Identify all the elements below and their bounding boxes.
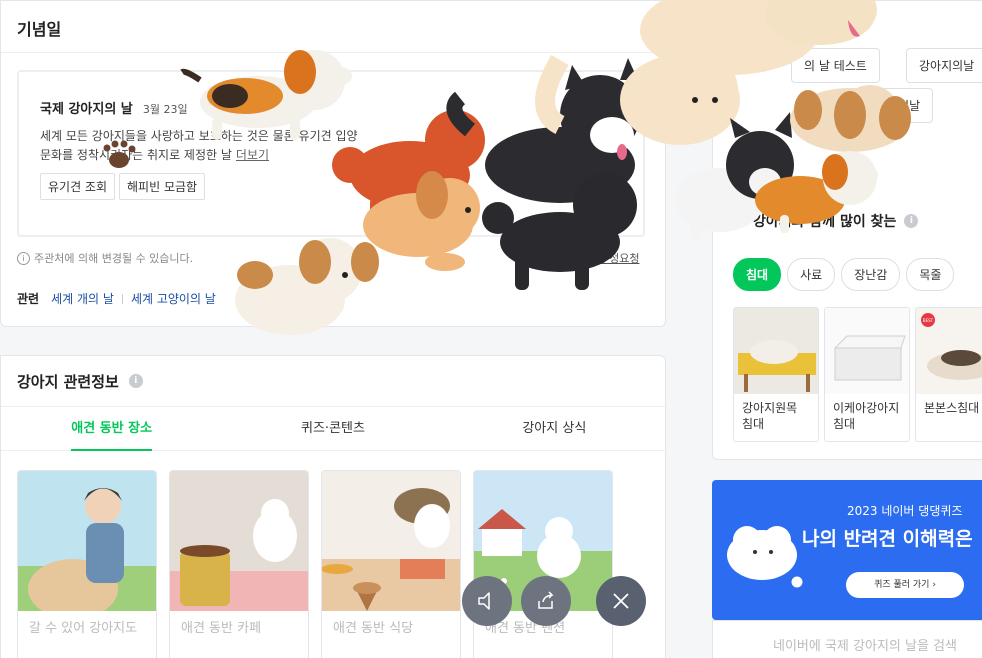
place-tile[interactable]: 애견 동반 식당 bbox=[321, 470, 461, 658]
share-button[interactable] bbox=[521, 576, 571, 626]
product-image: BEST bbox=[916, 308, 982, 394]
dog-cloud-illustration bbox=[727, 526, 804, 589]
search-hint-bar[interactable]: 네이버에 국제 강아지의 날을 검색 bbox=[712, 620, 982, 658]
event-date: 3월 23일 bbox=[142, 103, 188, 116]
fix-request-link[interactable]: 수정요청 bbox=[599, 250, 639, 266]
related-chip[interactable]: 강아지의날 bbox=[906, 48, 982, 83]
place-tile[interactable]: 갈 수 있어 강아지도 bbox=[17, 470, 157, 658]
dog-info-tabs: 애견 동반 장소 퀴즈·콘텐츠 강아지 상식 bbox=[1, 406, 665, 451]
quiz-title-small: 2023 네이버 댕댕퀴즈 bbox=[847, 504, 963, 518]
related-chip[interactable]: 행복의날 bbox=[863, 88, 934, 123]
product-card[interactable]: 이케아강아지침대 bbox=[824, 307, 910, 442]
share-icon bbox=[538, 591, 554, 609]
product-name: 이케아강아지침대 bbox=[833, 401, 900, 431]
place-tiles: 갈 수 있어 강아지도 애견 동반 카페 애견 동반 식당 애견 동반 펜션 bbox=[17, 470, 613, 658]
product-list: 강아지원목 침대 이케아강아지침대 BEST 본본스침대 bbox=[733, 307, 982, 442]
sound-icon bbox=[478, 592, 490, 610]
desc-line-2-text: 문화를 정착시키자는 취지로 제정한 날 bbox=[40, 148, 232, 162]
sound-button[interactable] bbox=[462, 576, 512, 626]
product-name: 본본스침대 bbox=[924, 401, 980, 415]
dog-info-heading: 강아지 관련정보 bbox=[17, 372, 119, 391]
related-chip[interactable]: 의 날 테스트 bbox=[791, 48, 880, 83]
info-icon: i bbox=[17, 251, 30, 265]
tab-pet-places[interactable]: 애견 동반 장소 bbox=[1, 407, 222, 451]
related-link-dog-day[interactable]: 세계 개의 날 bbox=[51, 290, 114, 307]
product-card[interactable]: BEST 본본스침대 bbox=[915, 307, 982, 442]
anniversary-heading: 기념일 bbox=[1, 1, 665, 53]
tab-dog-knowledge[interactable]: 강아지 상식 bbox=[444, 407, 665, 450]
anniversary-box: 국제 강아지의 날 3월 23일 세계 모든 강아지들을 사랑하고 보호하는 것… bbox=[17, 70, 645, 237]
more-link[interactable]: 더보기 bbox=[236, 148, 269, 162]
event-buttons: 유기견 조회 해피빈 모금함 bbox=[40, 173, 622, 200]
category-leash[interactable]: 목줄 bbox=[906, 258, 955, 291]
popular-heading-row: 강아지와 함께 많이 찾는 i bbox=[753, 211, 919, 231]
event-description: 세계 모든 강아지들을 사랑하고 보호하는 것은 물론 유기견 입양 문화를 정… bbox=[40, 127, 480, 165]
product-image bbox=[734, 308, 818, 394]
quiz-start-button[interactable]: 퀴즈 풀러 가기 › bbox=[846, 572, 964, 598]
desc-line-2: 문화를 정착시키자는 취지로 제정한 날 더보기 bbox=[40, 146, 480, 165]
place-tile[interactable]: 애견 동반 펜션 bbox=[473, 470, 613, 658]
related-days: 관련 세계 개의 날 세계 고양이의 날 bbox=[17, 290, 216, 307]
related-link-cat-day[interactable]: 세계 고양이의 날 bbox=[131, 290, 216, 307]
shelter-search-button[interactable]: 유기견 조회 bbox=[40, 173, 116, 200]
tile-caption: 애견 동반 카페 bbox=[181, 621, 262, 636]
category-feed[interactable]: 사료 bbox=[787, 258, 836, 291]
info-icon[interactable]: i bbox=[904, 214, 919, 228]
divider bbox=[121, 293, 123, 304]
tile-illustration bbox=[322, 471, 460, 611]
category-toy[interactable]: 장난감 bbox=[841, 258, 901, 291]
info-icon[interactable]: i bbox=[128, 374, 143, 388]
event-title-line: 국제 강아지의 날 3월 23일 bbox=[40, 98, 622, 117]
product-name: 강아지원목 침대 bbox=[742, 401, 798, 431]
tab-quiz-content[interactable]: 퀴즈·콘텐츠 bbox=[222, 407, 443, 450]
category-chips: 침대 사료 장난감 목줄 bbox=[733, 258, 955, 291]
tile-caption: 갈 수 있어 강아지도 bbox=[29, 621, 138, 636]
category-bed[interactable]: 침대 bbox=[733, 258, 782, 291]
product-card[interactable]: 강아지원목 침대 bbox=[733, 307, 819, 442]
related-label: 관련 bbox=[17, 292, 40, 306]
related-heading: 연관 bbox=[733, 19, 763, 38]
quiz-title-large: 나의 반려견 이해력은 bbox=[802, 528, 973, 550]
dog-info-heading-row: 강아지 관련정보 i bbox=[1, 356, 665, 406]
notice: i 주관처에 의해 변경될 수 있습니다. bbox=[17, 250, 193, 266]
notice-text: 주관처에 의해 변경될 수 있습니다. bbox=[34, 252, 194, 265]
tile-caption: 애견 동반 식당 bbox=[333, 621, 414, 636]
tile-illustration bbox=[18, 471, 156, 619]
place-tile[interactable]: 애견 동반 카페 bbox=[169, 470, 309, 658]
happybean-donate-button[interactable]: 해피빈 모금함 bbox=[119, 173, 206, 200]
anniversary-card: 기념일 국제 강아지의 날 3월 23일 세계 모든 강아지들을 사랑하고 보호… bbox=[0, 0, 666, 327]
tile-illustration bbox=[170, 471, 308, 611]
close-button[interactable] bbox=[596, 576, 646, 626]
quiz-banner[interactable]: 2023 네이버 댕댕퀴즈 나의 반려견 이해력은 퀴즈 풀러 가기 › bbox=[712, 480, 982, 620]
desc-line-1: 세계 모든 강아지들을 사랑하고 보호하는 것은 물론 유기견 입양 bbox=[40, 129, 358, 143]
close-icon bbox=[613, 593, 629, 609]
best-badge: BEST bbox=[923, 318, 934, 323]
product-image bbox=[825, 308, 909, 394]
event-title: 국제 강아지의 날 bbox=[40, 102, 133, 117]
popular-heading: 강아지와 함께 많이 찾는 bbox=[753, 214, 897, 230]
search-hint-text: 네이버에 국제 강아지의 날을 검색 bbox=[773, 639, 957, 654]
related-card: 연관 의 날 테스트 강아지의날 행복의날 강아지와 함께 많이 찾는 i 침대… bbox=[712, 0, 982, 460]
